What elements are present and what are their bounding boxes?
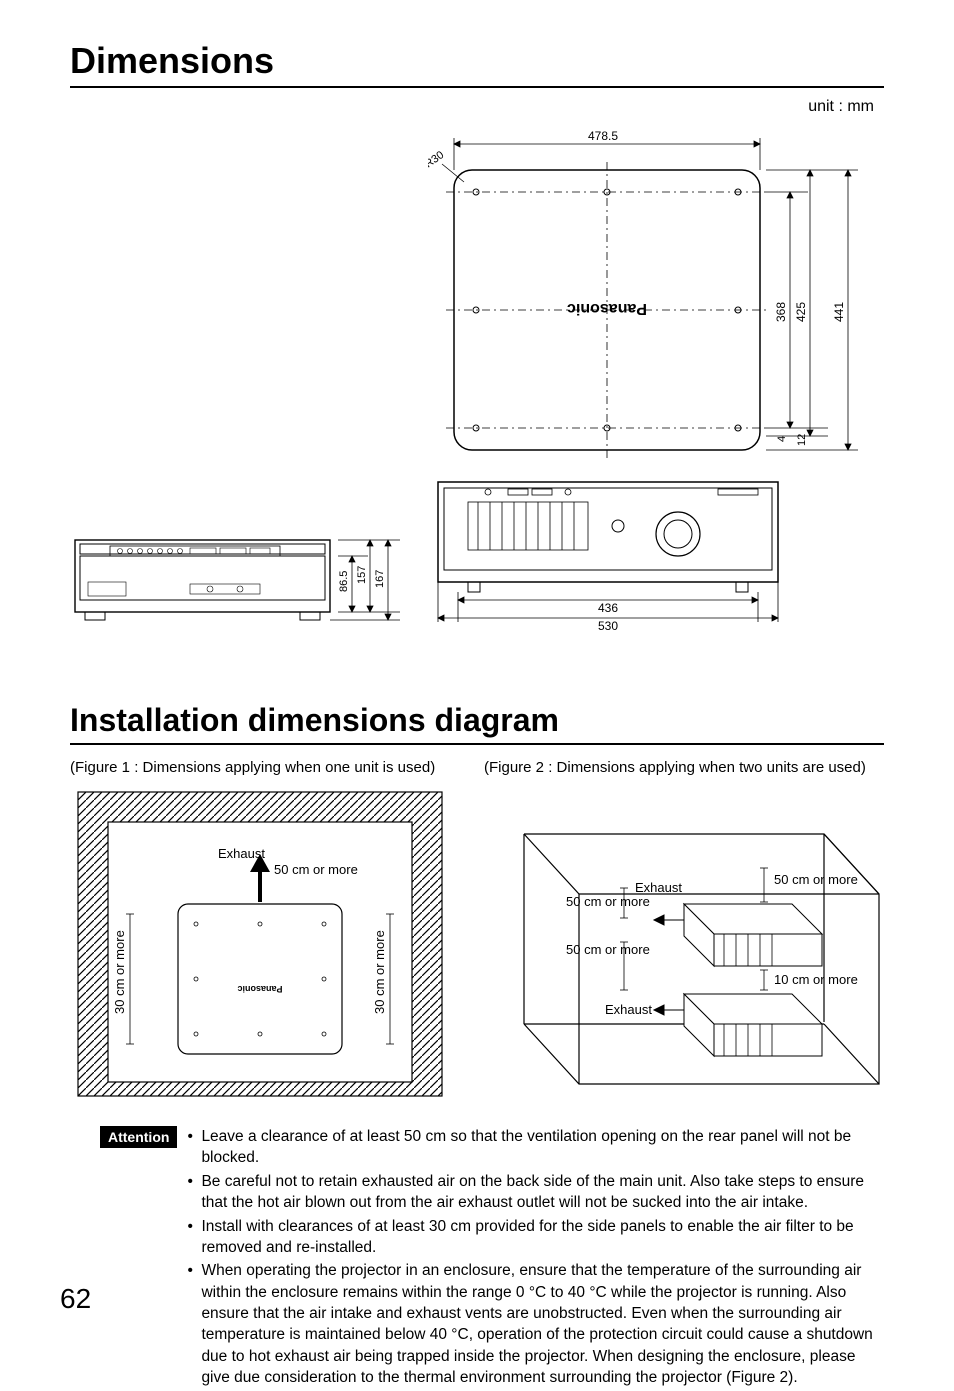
brand-mini: Panasonic bbox=[237, 984, 282, 994]
attn-item: Leave a clearance of at least 50 cm so t… bbox=[201, 1126, 884, 1169]
dim-530: 530 bbox=[598, 619, 618, 633]
dim-r30: R30 bbox=[428, 149, 446, 170]
attn-item: Install with clearances of at least 30 c… bbox=[201, 1216, 884, 1259]
fig1-30cm-l: 30 cm or more bbox=[112, 930, 127, 1014]
unit-label: unit : mm bbox=[70, 98, 884, 116]
dim-478-5: 478.5 bbox=[588, 129, 618, 143]
rule bbox=[70, 86, 884, 88]
dim-441: 441 bbox=[832, 302, 846, 322]
side-view-drawing: 86.5 157 167 bbox=[70, 522, 410, 652]
dim-4: 4 bbox=[776, 436, 788, 442]
dim-157: 157 bbox=[356, 566, 368, 584]
dim-368: 368 bbox=[774, 302, 788, 322]
fig1-50cm: 50 cm or more bbox=[274, 862, 358, 877]
attention-list: •Leave a clearance of at least 50 cm so … bbox=[187, 1126, 884, 1391]
dim-86-5: 86.5 bbox=[338, 571, 350, 592]
fig2-10: 10 cm or more bbox=[774, 972, 858, 987]
fig1-caption: (Figure 1 : Dimensions applying when one… bbox=[70, 759, 454, 776]
attention-badge: Attention bbox=[100, 1126, 177, 1148]
dim-425: 425 bbox=[794, 302, 808, 322]
fig2-caption: (Figure 2 : Dimensions applying when two… bbox=[484, 759, 884, 776]
fig2-exh1: Exhaust bbox=[635, 880, 682, 895]
plan-front-drawing: 478.5 R30 bbox=[428, 122, 888, 652]
page-number: 62 bbox=[60, 1283, 91, 1315]
fig2-50a: 50 cm or more bbox=[774, 872, 858, 887]
page-title: Dimensions bbox=[70, 40, 884, 82]
fig1-30cm-r: 30 cm or more bbox=[372, 930, 387, 1014]
attn-item: Be careful not to retain exhausted air o… bbox=[201, 1171, 884, 1214]
fig1-drawing: Panasonic Exhaust 50 cm or more 30 cm or… bbox=[70, 784, 450, 1104]
installation-figures: (Figure 1 : Dimensions applying when one… bbox=[70, 759, 884, 1104]
fig2-50b: 50 cm or more bbox=[566, 894, 650, 909]
dim-12: 12 bbox=[796, 434, 808, 446]
brand-logo: Panasonic bbox=[567, 300, 647, 317]
fig2-50c: 50 cm or more bbox=[566, 942, 650, 957]
fig2-drawing: 50 cm or more 50 cm or more 50 cm or mor… bbox=[484, 784, 884, 1104]
dimensions-diagram: 86.5 157 167 478.5 bbox=[70, 122, 884, 652]
section-title: Installation dimensions diagram bbox=[70, 702, 884, 739]
dim-167: 167 bbox=[374, 570, 386, 588]
dim-436: 436 bbox=[598, 601, 618, 615]
attn-item: When operating the projector in an enclo… bbox=[201, 1260, 884, 1388]
fig1-exhaust: Exhaust bbox=[218, 846, 265, 861]
fig2-exh2: Exhaust bbox=[605, 1002, 652, 1017]
rule bbox=[70, 743, 884, 745]
